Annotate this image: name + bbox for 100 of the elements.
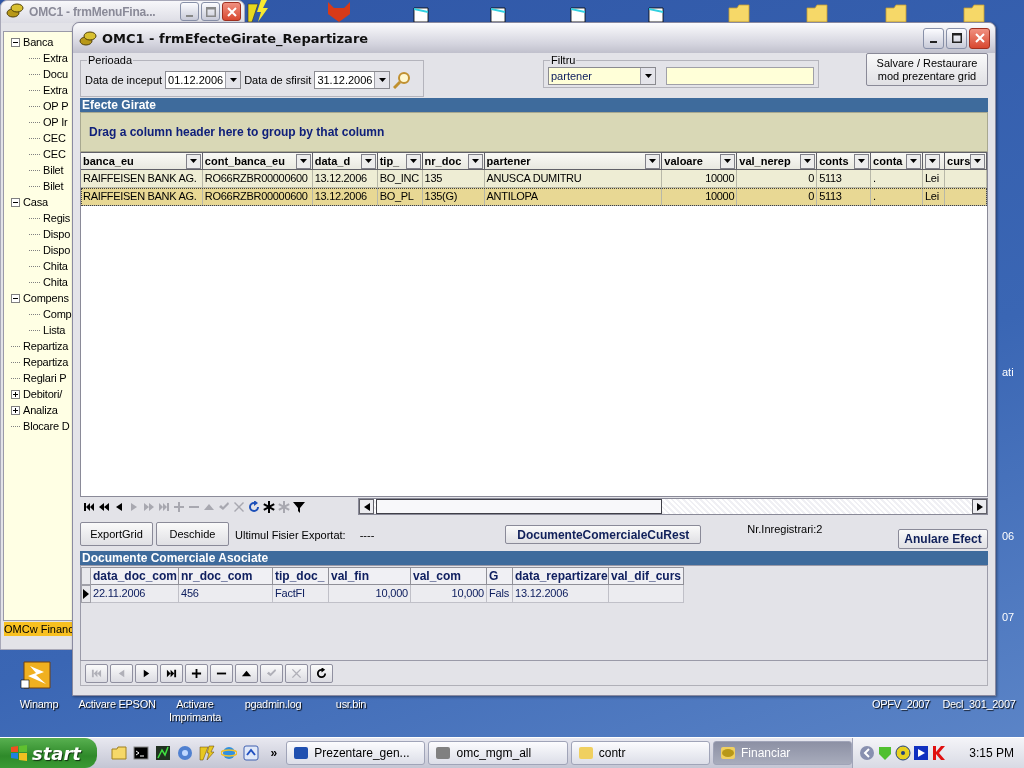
tree-item[interactable]: Regis [43,212,71,224]
close-button[interactable] [969,27,990,49]
previous-page-icon[interactable] [98,500,110,513]
filter-dropdown-icon[interactable] [409,159,417,163]
column-header[interactable]: val_com [411,567,487,585]
tree-item[interactable]: Extra [43,52,68,64]
filter-dropdown-icon[interactable] [724,159,732,163]
column-header[interactable]: nr_doc_com [179,567,273,585]
filter-dropdown-icon[interactable] [804,159,812,163]
export-grid-button[interactable]: ExportGrid [80,522,153,546]
tree-item[interactable]: Docu [43,68,68,80]
tree-item[interactable]: Analiza [23,404,58,416]
end-date-field[interactable]: 31.12.2006 [314,71,391,89]
desktop-icon-label[interactable]: usr.bin [312,698,390,724]
last-record-button[interactable] [160,663,183,683]
filter-dropdown-icon[interactable] [189,159,197,163]
lightning-icon[interactable] [245,0,271,22]
minimize-button[interactable] [923,27,944,49]
console-icon[interactable] [132,745,149,761]
expand-icon[interactable] [11,405,20,415]
collapse-icon[interactable] [11,197,20,207]
tree-item[interactable]: Banca [23,36,54,48]
tree-item[interactable]: Bilet [43,180,64,192]
column-header[interactable]: nr_doc [422,152,485,170]
tree-item[interactable]: CEC [43,148,66,160]
collapse-icon[interactable] [11,37,20,47]
column-header[interactable]: tip_doc_ [273,567,329,585]
desktop-icon-label[interactable]: pgadmin.log [234,698,312,724]
column-header[interactable]: conts [817,152,872,170]
first-record-icon[interactable] [83,500,95,513]
filter-dropdown-icon[interactable] [858,159,866,163]
horizontal-scrollbar[interactable] [358,498,988,515]
tree-item[interactable]: CEC [43,132,66,144]
chart-icon[interactable] [154,745,171,761]
close-button[interactable] [222,2,241,21]
refresh-button[interactable] [310,663,333,683]
filter-input-field[interactable] [666,66,814,85]
tree-item[interactable]: Comp [43,308,72,320]
scroll-left-icon[interactable] [363,502,370,511]
tree-item[interactable]: Chita [43,260,68,272]
tree-item[interactable]: Bilet [43,164,64,176]
tree-item[interactable]: OP P [43,100,69,112]
expand-icon[interactable] [11,389,20,399]
overflow-chevron[interactable]: » [270,746,278,760]
next-record-button[interactable] [135,663,158,683]
start-button[interactable]: start [0,738,97,768]
open-button[interactable]: Deschide [156,522,229,546]
column-header[interactable]: tip_ [377,152,423,170]
column-header[interactable]: cont_banca_eu [202,152,313,170]
column-header[interactable]: partener [484,152,663,170]
column-header[interactable]: data_d [312,152,378,170]
up-arrow-button[interactable] [235,663,258,683]
column-header[interactable]: curs [945,152,987,170]
k-logo-icon[interactable] [931,745,948,761]
refresh-icon[interactable] [248,500,260,513]
taskbar-button[interactable]: omc_mgm_all [428,741,568,765]
column-header[interactable]: data_doc_com [91,567,179,585]
filter-dropdown-icon[interactable] [299,159,307,163]
filter-field-dropdown[interactable]: partener [548,66,656,85]
save-layout-button[interactable]: Salvare / Restaurare mod prezentare grid [866,53,988,86]
play-icon[interactable] [913,745,930,761]
column-header[interactable]: val_nerep [737,152,818,170]
taskbar-button[interactable]: Prezentare_gen... [286,741,426,765]
add-button[interactable] [185,663,208,683]
globe-icon[interactable] [220,745,237,761]
desktop-icon-label[interactable]: Activare Imprimanta [156,698,234,724]
column-header[interactable]: banca_eu [81,152,203,170]
tree-item[interactable]: Compens [23,292,69,304]
tree-item[interactable]: Chita [43,276,68,288]
tree-item[interactable]: Dispo [43,228,71,240]
start-date-field[interactable]: 01.12.2006 [165,71,242,89]
column-header[interactable]: val_dif_curs [609,567,684,585]
filter-icon[interactable] [293,500,305,513]
filter-dropdown-icon[interactable] [471,159,479,163]
tree-item[interactable]: Debitori/ [23,388,63,400]
taskbar-button[interactable]: contr [570,741,710,765]
desktop-icon-label[interactable]: Activare EPSON [78,698,156,724]
asterisk-icon[interactable] [263,500,275,513]
filter-dropdown-icon[interactable] [364,159,372,163]
tree-item[interactable]: Lista [43,324,66,336]
tree-item[interactable]: Repartiza [23,356,69,368]
tree-item[interactable]: Repartiza [23,340,69,352]
column-header[interactable]: data_repartizare [513,567,609,585]
filter-dropdown-icon[interactable] [649,159,657,163]
search-icon[interactable] [393,71,412,89]
column-header[interactable]: conta [871,152,924,170]
scroll-right-icon[interactable] [976,502,983,511]
tree-item[interactable]: Blocare D [23,420,70,432]
filter-dropdown-icon[interactable] [974,159,982,163]
tree-item[interactable]: Extra [43,84,68,96]
column-header[interactable]: val_fin [329,567,411,585]
lightning-icon[interactable] [20,658,54,690]
table-row[interactable]: RAIFFEISEN BANK AG. RO66RZBR00000600 13.12.2006 BO_INC 135 ANUSCA DUMITRU 10000 0 5113 . Lei [81,170,987,188]
desktop-icon-label[interactable]: OPFV_2007 [862,698,940,724]
maximize-button[interactable] [946,27,967,49]
tree-item[interactable]: Casa [23,196,48,208]
tree-item[interactable]: OP Ir [43,116,68,128]
cancel-effect-button[interactable]: Anulare Efect [898,529,988,549]
collapse-icon[interactable] [11,293,20,303]
desktop-icon-label[interactable]: Winamp [0,698,78,724]
